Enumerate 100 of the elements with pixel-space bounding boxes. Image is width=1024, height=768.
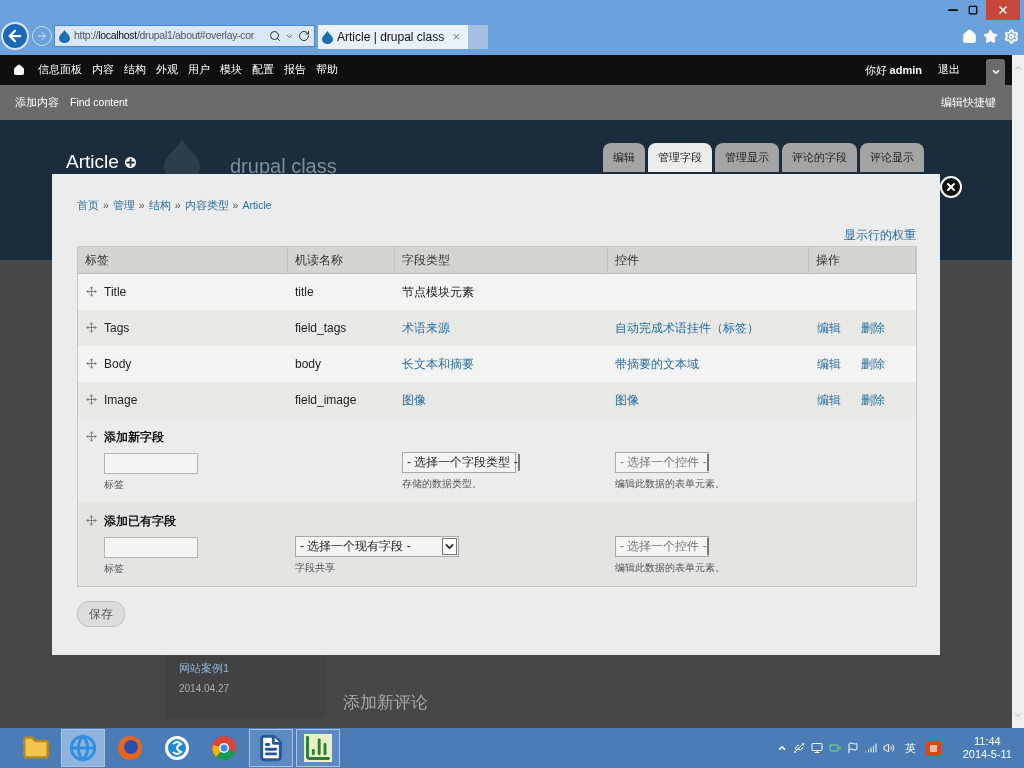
toolbar-link[interactable]: 外观 (156, 62, 178, 78)
drag-handle-icon[interactable] (86, 431, 97, 443)
browser-tab[interactable]: Article | drupal class × (318, 25, 468, 49)
drag-handle-icon[interactable] (86, 322, 97, 334)
drag-handle-icon[interactable] (86, 394, 97, 406)
field-label: Title (104, 283, 127, 301)
delete-link[interactable]: 删除 (861, 318, 885, 337)
toolbar-link[interactable]: 信息面板 (38, 62, 82, 78)
address-text: http://localhost/drupal1/about#overlay-cor (74, 28, 256, 44)
drop-icon (322, 30, 333, 44)
edit-link[interactable]: 编辑 (809, 354, 841, 373)
delete-link[interactable]: 删除 (861, 390, 885, 409)
select-field[interactable]: - 选择一个控件 - (615, 535, 709, 557)
toolbar-link[interactable]: 配置 (252, 62, 274, 78)
close-window-button[interactable] (986, 0, 1020, 20)
scroll-up-icon (1013, 63, 1023, 73)
chart-app-icon[interactable] (304, 734, 332, 762)
toolbar-link[interactable]: 模块 (220, 62, 242, 78)
logout-link[interactable]: 退出 (938, 62, 960, 78)
toolbar-toggle-button[interactable] (986, 59, 1005, 85)
show-hidden-icons-icon[interactable] (776, 743, 787, 753)
widget-link[interactable]: 图像 (608, 390, 639, 409)
toolbar-link[interactable]: 帮助 (316, 62, 338, 78)
breadcrumb-link[interactable]: 结构 (148, 198, 171, 214)
column-header: 操作 (809, 246, 916, 273)
settings-icon[interactable] (1004, 28, 1019, 44)
breadcrumb-separator: » (174, 198, 181, 213)
add-shortcut-icon[interactable] (124, 156, 136, 168)
breadcrumb-separator: » (232, 198, 239, 213)
flag-icon[interactable] (846, 742, 859, 754)
browser-icon[interactable] (210, 734, 238, 762)
shortcut-link[interactable]: 添加内容 (15, 94, 59, 111)
select-field[interactable]: - 选择一个控件 - (615, 451, 709, 473)
page-tab[interactable]: 管理字段 (648, 143, 712, 172)
column-header: 标签 (78, 246, 288, 273)
field-type-link[interactable]: 图像 (395, 390, 426, 409)
back-button[interactable] (1, 22, 29, 50)
taskbar-button[interactable] (249, 729, 293, 767)
show-weights-link[interactable]: 显示行的权重 (844, 225, 916, 244)
edit-link[interactable]: 编辑 (809, 318, 841, 337)
label-input[interactable] (104, 452, 198, 474)
drag-handle-icon[interactable] (86, 358, 97, 370)
volume-icon[interactable] (882, 742, 895, 754)
widget-link[interactable]: 自动完成术语挂件（标签） (608, 318, 759, 337)
field-label: Tags (104, 319, 130, 337)
taskbar-button[interactable] (296, 729, 340, 767)
sidebar-date: 2014.04.27 (179, 682, 231, 696)
shortcut-link[interactable]: Find content (70, 94, 128, 111)
edit-shortcuts-link[interactable]: 编辑快捷键 (941, 94, 996, 111)
section-title: 添加已有字段 (104, 512, 176, 530)
sidebar-link[interactable]: 网站案例1 (179, 659, 325, 676)
tab-close-button[interactable]: × (452, 27, 460, 47)
field-type-link[interactable]: 长文本和摘要 (395, 354, 474, 373)
field-hint: 标签 (104, 561, 125, 576)
drag-handle-icon[interactable] (86, 286, 97, 298)
label-input[interactable] (104, 536, 198, 558)
app-icon[interactable] (163, 734, 191, 762)
refresh-icon[interactable] (298, 30, 310, 42)
browser-icon[interactable] (116, 734, 144, 762)
breadcrumb-separator: » (138, 198, 145, 213)
favorites-icon[interactable] (983, 28, 998, 44)
field-hint: 存储的数据类型。 (402, 476, 483, 491)
home-icon[interactable] (13, 64, 25, 76)
delete-link[interactable]: 删除 (861, 354, 885, 373)
breadcrumb-link[interactable]: 首页 (77, 198, 99, 214)
toolbar-link[interactable]: 报告 (284, 62, 306, 78)
toolbar-link[interactable]: 用户 (188, 62, 210, 78)
comment-heading: 添加新评论 (343, 691, 428, 714)
app-icon[interactable] (925, 740, 941, 756)
close-icon (997, 4, 1009, 16)
document-icon[interactable] (257, 734, 285, 762)
page-tab[interactable]: 评论显示 (860, 143, 924, 172)
section-title: 添加新字段 (104, 428, 164, 446)
page-tab[interactable]: 评论的字段 (782, 143, 857, 172)
page-tab[interactable]: 编辑 (603, 143, 645, 172)
field-type-link[interactable]: 术语来源 (395, 318, 450, 337)
select-field[interactable]: - 选择一个现有字段 - (295, 535, 459, 557)
machine-name: field_tags (294, 319, 348, 337)
folder-icon[interactable] (22, 734, 50, 762)
address-field[interactable]: http://localhost/drupal1/about#overlay-cor (54, 25, 315, 47)
breadcrumb-link[interactable]: 管理 (112, 198, 135, 214)
input-method-indicator[interactable]: 英 (904, 739, 916, 757)
breadcrumb-link[interactable]: 内容类型 (184, 198, 229, 214)
restore-icon[interactable] (968, 5, 978, 15)
drag-handle-icon[interactable] (86, 515, 97, 527)
widget-link[interactable]: 带摘要的文本域 (608, 354, 699, 373)
machine-name: title (294, 283, 315, 301)
toolbar-link[interactable]: 结构 (124, 62, 146, 78)
edit-link[interactable]: 编辑 (809, 390, 841, 409)
battery-icon[interactable] (828, 742, 841, 754)
scrollbar[interactable] (1012, 55, 1024, 728)
search-icon[interactable] (269, 30, 281, 42)
usb-icon[interactable] (792, 742, 805, 754)
save-button[interactable]: 保存 (77, 600, 125, 627)
forward-icon (36, 30, 48, 42)
page-tab[interactable]: 管理显示 (715, 143, 779, 172)
breadcrumb-link[interactable]: Article (242, 198, 272, 214)
greeting-text: 你好 admin (864, 62, 922, 78)
monitor-icon[interactable] (810, 742, 823, 754)
toolbar-link[interactable]: 内容 (92, 62, 114, 78)
